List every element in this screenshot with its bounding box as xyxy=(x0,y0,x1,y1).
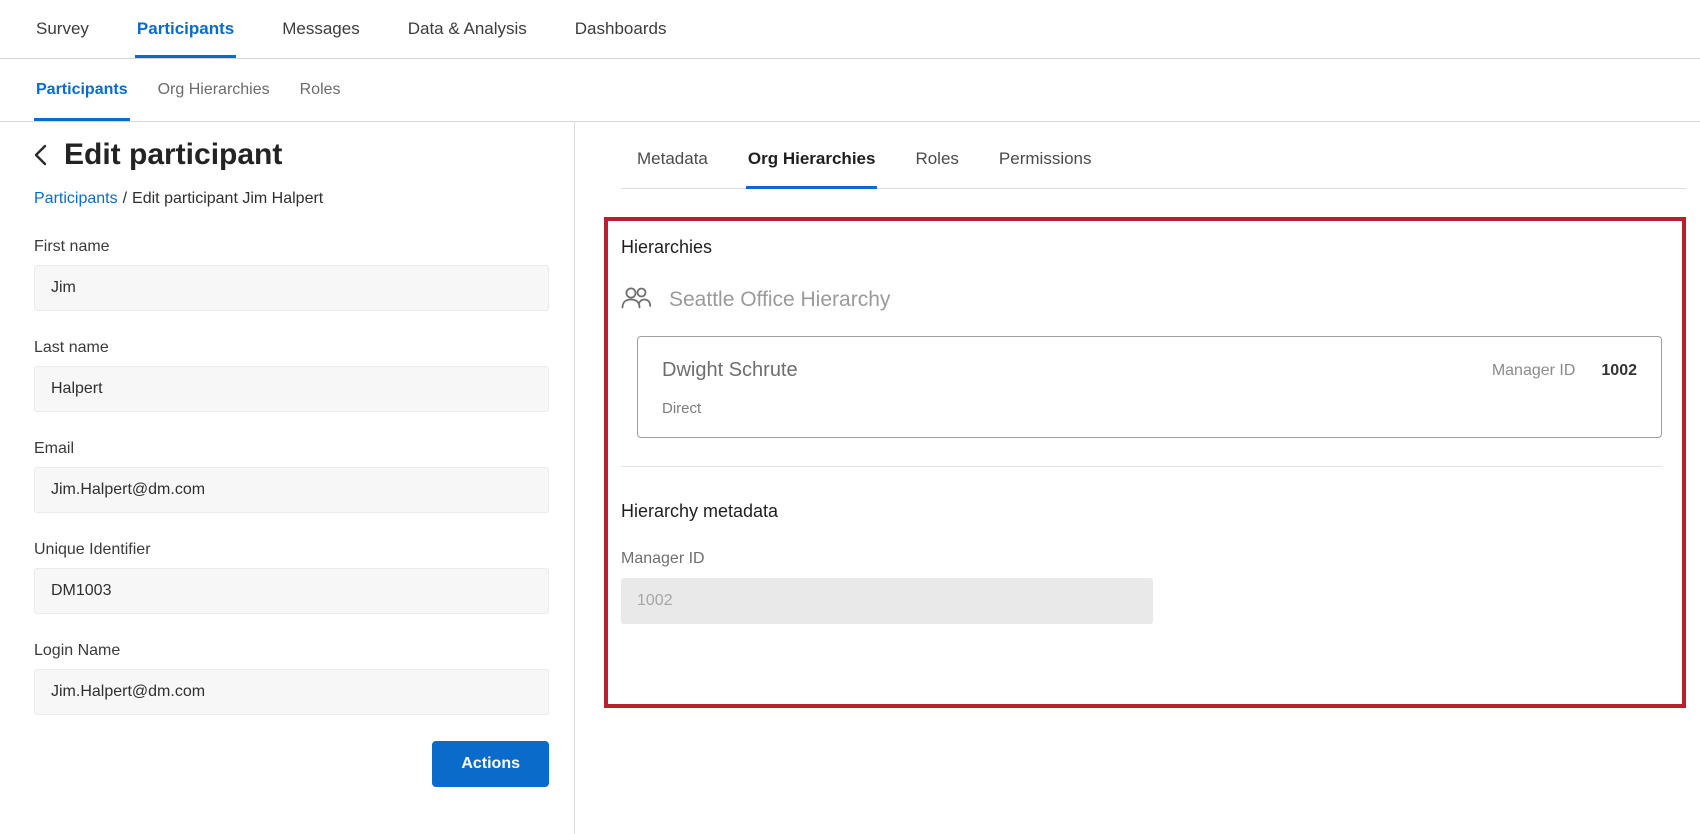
nav-item-data-analysis[interactable]: Data & Analysis xyxy=(406,0,529,58)
title-row: Edit participant xyxy=(34,138,549,172)
hierarchy-metadata-title: Hierarchy metadata xyxy=(621,501,1662,522)
hierarchies-section-title: Hierarchies xyxy=(621,237,1662,258)
manager-name: Dwight Schrute xyxy=(662,359,798,382)
chevron-left-icon xyxy=(34,144,47,171)
subnav-item-roles[interactable]: Roles xyxy=(298,59,343,121)
login-name-label: Login Name xyxy=(34,642,549,660)
annotation-highlight-box: Hierarchies Seattle Office Hierarchy Dwi… xyxy=(604,217,1686,708)
last-name-field-group: Last name xyxy=(34,339,549,412)
manager-id-group: Manager ID 1002 xyxy=(1492,362,1637,380)
first-name-field-group: First name xyxy=(34,238,549,311)
secondary-nav: Participants Org Hierarchies Roles xyxy=(0,59,1700,122)
last-name-input[interactable] xyxy=(34,366,549,412)
page-title: Edit participant xyxy=(64,138,282,172)
tab-org-hierarchies[interactable]: Org Hierarchies xyxy=(746,136,878,189)
unique-identifier-field-group: Unique Identifier xyxy=(34,541,549,614)
login-name-field-group: Login Name xyxy=(34,642,549,715)
manager-id-value: 1002 xyxy=(1601,362,1637,380)
nav-item-participants[interactable]: Participants xyxy=(135,0,236,58)
participant-form: First name Last name Email Unique Identi… xyxy=(34,238,549,715)
primary-nav: Survey Participants Messages Data & Anal… xyxy=(0,0,1700,59)
login-name-input[interactable] xyxy=(34,669,549,715)
hierarchy-row: Seattle Office Hierarchy xyxy=(621,286,1662,314)
nav-item-messages[interactable]: Messages xyxy=(280,0,361,58)
unique-identifier-label: Unique Identifier xyxy=(34,541,549,559)
first-name-label: First name xyxy=(34,238,549,256)
email-field-group: Email xyxy=(34,440,549,513)
subnav-item-participants[interactable]: Participants xyxy=(34,59,130,121)
detail-tabs: Metadata Org Hierarchies Roles Permissio… xyxy=(621,122,1686,189)
manager-card[interactable]: Dwight Schrute Manager ID 1002 Direct xyxy=(637,336,1662,438)
email-label: Email xyxy=(34,440,549,458)
tab-permissions[interactable]: Permissions xyxy=(997,136,1094,189)
manager-id-label: Manager ID xyxy=(1492,362,1576,380)
breadcrumb-current: Edit participant Jim Halpert xyxy=(132,190,323,207)
section-divider xyxy=(621,466,1662,467)
tab-roles[interactable]: Roles xyxy=(913,136,960,189)
breadcrumb-separator: / xyxy=(123,190,127,207)
first-name-input[interactable] xyxy=(34,265,549,311)
unique-identifier-input[interactable] xyxy=(34,568,549,614)
tab-metadata[interactable]: Metadata xyxy=(635,136,710,189)
last-name-label: Last name xyxy=(34,339,549,357)
breadcrumb: Participants / Edit participant Jim Halper… xyxy=(34,190,549,208)
participant-detail-panel: Metadata Org Hierarchies Roles Permissio… xyxy=(575,122,1700,834)
edit-participant-panel: Edit participant Participants / Edit parti… xyxy=(0,122,575,834)
actions-row: Actions xyxy=(34,741,549,787)
back-button[interactable] xyxy=(34,140,47,171)
nav-item-dashboards[interactable]: Dashboards xyxy=(573,0,669,58)
subnav-item-org-hierarchies[interactable]: Org Hierarchies xyxy=(156,59,272,121)
metadata-manager-id-label: Manager ID xyxy=(621,550,1662,568)
metadata-manager-id-input xyxy=(621,578,1153,624)
breadcrumb-link-participants[interactable]: Participants xyxy=(34,190,118,207)
relationship-label: Direct xyxy=(662,400,1637,417)
actions-button[interactable]: Actions xyxy=(432,741,549,787)
manager-card-top: Dwight Schrute Manager ID 1002 xyxy=(662,359,1637,382)
people-icon xyxy=(621,286,651,314)
main-content: Edit participant Participants / Edit parti… xyxy=(0,122,1700,834)
hierarchy-name: Seattle Office Hierarchy xyxy=(669,288,890,312)
email-input[interactable] xyxy=(34,467,549,513)
nav-item-survey[interactable]: Survey xyxy=(34,0,91,58)
